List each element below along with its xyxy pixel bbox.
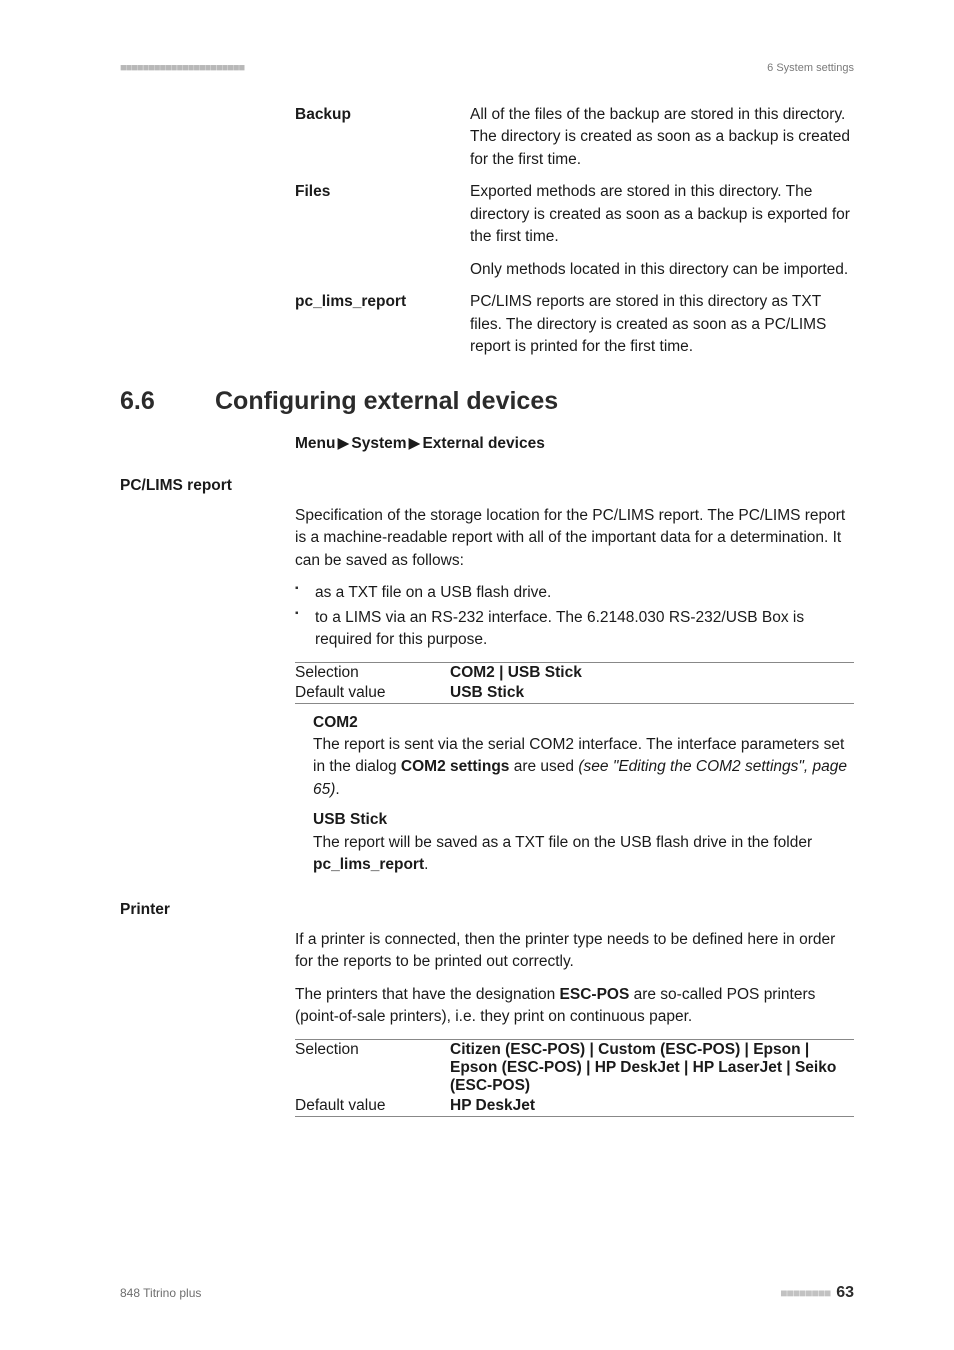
param-heading-printer: Printer	[120, 901, 854, 919]
table-row: Selection COM2 | USB Stick	[295, 663, 854, 683]
param-label: Selection	[295, 1041, 450, 1095]
printer-body: If a printer is connected, then the prin…	[295, 929, 854, 1029]
option-com2: COM2 The report is sent via the serial C…	[313, 712, 854, 877]
page-footer: 848 Titrino plus ■■■■■■■■ 63	[120, 1284, 854, 1302]
param-value: USB Stick	[450, 684, 524, 701]
def-desc: All of the files of the backup are store…	[470, 104, 854, 171]
section-title: Configuring external devices	[215, 387, 558, 416]
param-label: Selection	[295, 664, 450, 682]
param-value: HP DeskJet	[450, 1097, 535, 1114]
printer-intro1: If a printer is connected, then the prin…	[295, 929, 854, 974]
page-number: 63	[836, 1284, 854, 1302]
pclims-param-table: Selection COM2 | USB Stick Default value…	[295, 662, 854, 704]
def-extra: Only methods located in this directory c…	[470, 259, 854, 281]
page-header: ■■■■■■■■■■■■■■■■■■■■■■ 6 System settings	[120, 62, 854, 74]
table-row: Default value HP DeskJet	[295, 1096, 854, 1116]
pclims-intro: Specification of the storage location fo…	[295, 505, 854, 572]
def-files: Files Exported methods are stored in thi…	[295, 181, 854, 281]
printer-intro2: The printers that have the designation E…	[295, 984, 854, 1029]
param-value: Citizen (ESC-POS) | Custom (ESC-POS) | E…	[450, 1041, 836, 1094]
def-backup: Backup All of the files of the backup ar…	[295, 104, 854, 171]
definitions-list: Backup All of the files of the backup ar…	[295, 104, 854, 359]
def-pclims: pc_lims_report PC/LIMS reports are store…	[295, 291, 854, 358]
section-number: 6.6	[120, 387, 215, 416]
bullet-item: to a LIMS via an RS-232 interface. The 6…	[295, 607, 854, 652]
bullet-item: as a TXT file on a USB flash drive.	[295, 582, 854, 604]
def-desc: Exported methods are stored in this dire…	[470, 181, 854, 281]
printer-param-table: Selection Citizen (ESC-POS) | Custom (ES…	[295, 1039, 854, 1117]
pclims-bullets: as a TXT file on a USB flash drive. to a…	[295, 582, 854, 651]
section-heading: 6.6 Configuring external devices	[120, 387, 854, 416]
def-term: Files	[295, 181, 470, 281]
param-label: Default value	[295, 1097, 450, 1115]
table-row: Default value USB Stick	[295, 683, 854, 703]
header-section-label: 6 System settings	[767, 62, 854, 74]
option-body: The report will be saved as a TXT file o…	[313, 832, 854, 877]
option-body: The report is sent via the serial COM2 i…	[313, 734, 854, 801]
param-value: COM2 | USB Stick	[450, 664, 582, 681]
footer-right: ■■■■■■■■ 63	[780, 1284, 854, 1302]
header-dots: ■■■■■■■■■■■■■■■■■■■■■■	[120, 62, 244, 74]
def-term: pc_lims_report	[295, 291, 470, 358]
option-title: COM2	[313, 712, 854, 734]
table-row: Selection Citizen (ESC-POS) | Custom (ES…	[295, 1040, 854, 1096]
footer-left: 848 Titrino plus	[120, 1286, 201, 1300]
param-label: Default value	[295, 684, 450, 702]
def-term: Backup	[295, 104, 470, 171]
footer-dots: ■■■■■■■■	[780, 1286, 830, 1300]
def-desc: PC/LIMS reports are stored in this direc…	[470, 291, 854, 358]
pclims-body: Specification of the storage location fo…	[295, 505, 854, 652]
param-heading-pclims: PC/LIMS report	[120, 477, 854, 495]
option-title: USB Stick	[313, 809, 854, 831]
menu-path: Menu▶System▶External devices	[295, 434, 854, 453]
